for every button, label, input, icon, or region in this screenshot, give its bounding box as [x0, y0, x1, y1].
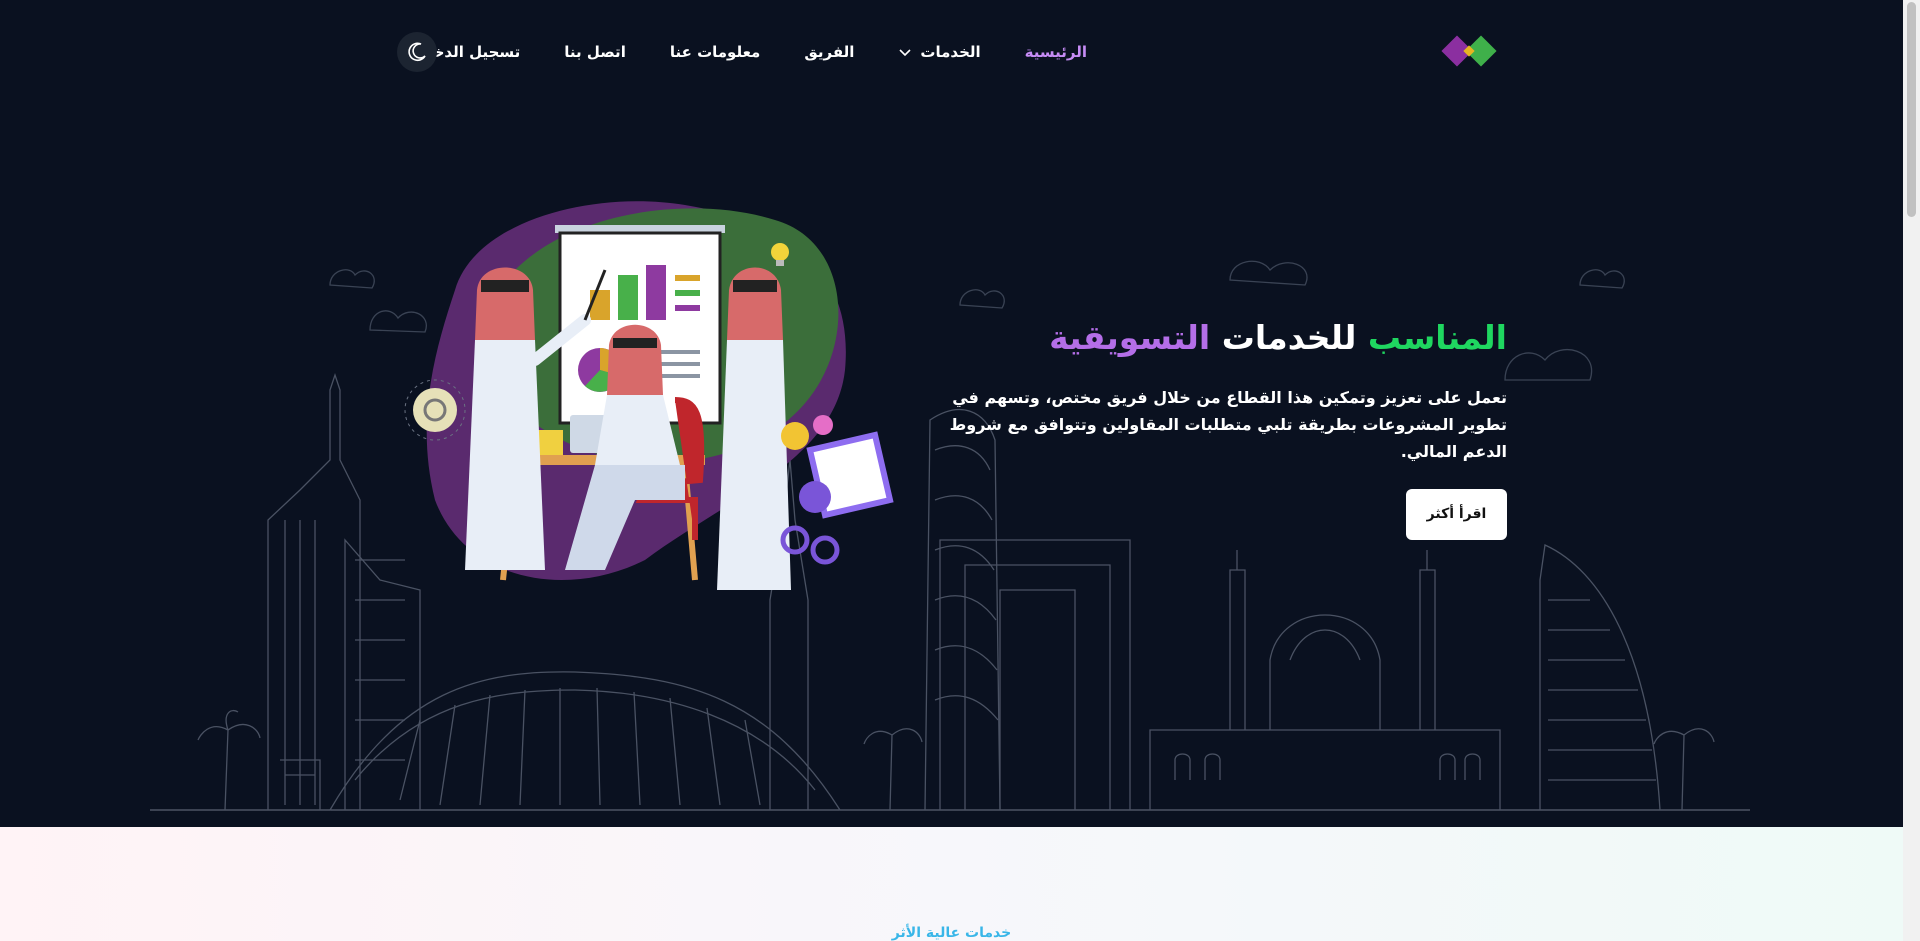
nav-team[interactable]: الفريق [804, 43, 854, 61]
services-section-title: خدمات عالية الأثر [891, 925, 1012, 941]
hero-title-part3: التسويقية [1049, 318, 1211, 357]
business-team-illustration [404, 201, 894, 590]
chevron-down-icon [899, 49, 911, 57]
hero-content: المناسب للخدمات التسويقية تعمل على تعزيز… [907, 312, 1507, 540]
services-section: خدمات عالية الأثر [0, 827, 1903, 941]
read-more-button[interactable]: اقرأ أكثر [1406, 489, 1507, 540]
nav-services-dropdown[interactable]: الخدمات [898, 43, 981, 61]
logo-icon[interactable] [1440, 32, 1502, 72]
hero-title-part1: المناسب [1367, 318, 1507, 357]
hero-title: المناسب للخدمات التسويقية [907, 312, 1507, 364]
theme-toggle-button[interactable] [397, 32, 437, 72]
page: الرئيسية الخدمات الفريق معلومات عنا اتصل… [0, 0, 1903, 941]
nav-contact[interactable]: اتصل بنا [564, 43, 626, 61]
hero-description: تعمل على تعزيز وتمكين هذا القطاع من خلال… [949, 388, 1507, 461]
nav-links: الرئيسية الخدمات الفريق معلومات عنا اتصل… [411, 28, 1087, 76]
hero-section: الرئيسية الخدمات الفريق معلومات عنا اتصل… [0, 0, 1903, 827]
nav-services-label: الخدمات [920, 43, 981, 61]
main-navigation: الرئيسية الخدمات الفريق معلومات عنا اتصل… [0, 28, 1903, 76]
scrollbar-thumb[interactable] [1907, 2, 1916, 217]
hero-title-part2: للخدمات [1221, 318, 1357, 357]
nav-about[interactable]: معلومات عنا [670, 43, 761, 61]
nav-home[interactable]: الرئيسية [1025, 43, 1087, 61]
page-scrollbar[interactable] [1903, 0, 1920, 941]
moon-icon [408, 42, 426, 62]
